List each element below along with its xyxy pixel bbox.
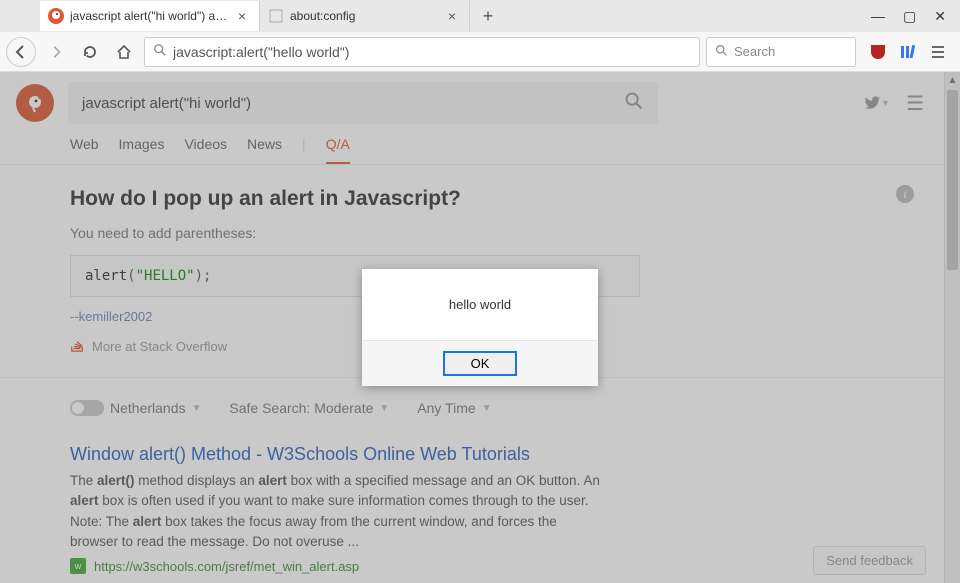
tab-title: about:config <box>290 9 439 23</box>
browser-tab-active[interactable]: javascript alert("hi world") at D × <box>40 1 260 31</box>
window-close-icon[interactable]: ✕ <box>934 8 946 25</box>
ublock-icon[interactable] <box>868 42 888 62</box>
library-icon[interactable] <box>898 42 918 62</box>
window-minimize-icon[interactable]: — <box>871 8 885 25</box>
search-placeholder: Search <box>734 44 775 59</box>
tab-close-icon[interactable]: × <box>445 9 459 23</box>
back-button[interactable] <box>6 37 36 67</box>
window-controls: — ▢ ✕ <box>871 8 960 25</box>
search-icon <box>715 44 728 60</box>
reload-button[interactable] <box>76 38 104 66</box>
forward-button[interactable] <box>42 38 70 66</box>
hamburger-menu-icon[interactable] <box>928 42 948 62</box>
new-tab-button[interactable]: + <box>474 2 502 30</box>
tab-close-icon[interactable]: × <box>235 9 249 23</box>
search-icon <box>153 43 167 60</box>
tab-favicon-generic <box>268 8 284 24</box>
alert-dialog: hello world OK <box>362 269 598 386</box>
url-input[interactable] <box>173 44 691 60</box>
alert-message: hello world <box>362 269 598 340</box>
window-maximize-icon[interactable]: ▢ <box>903 8 916 25</box>
alert-ok-button[interactable]: OK <box>443 351 517 376</box>
browser-toolbar: Search <box>0 32 960 72</box>
alert-button-row: OK <box>362 340 598 386</box>
browser-tab[interactable]: about:config × <box>260 1 470 31</box>
page-viewport: javascript alert("hi world") ▾ ☰ Web Ima… <box>0 72 960 583</box>
tab-favicon-ddg <box>48 8 64 24</box>
url-bar[interactable] <box>144 37 700 67</box>
browser-tabstrip: javascript alert("hi world") at D × abou… <box>0 0 960 32</box>
search-bar[interactable]: Search <box>706 37 856 67</box>
tab-title: javascript alert("hi world") at D <box>70 9 229 23</box>
home-button[interactable] <box>110 38 138 66</box>
